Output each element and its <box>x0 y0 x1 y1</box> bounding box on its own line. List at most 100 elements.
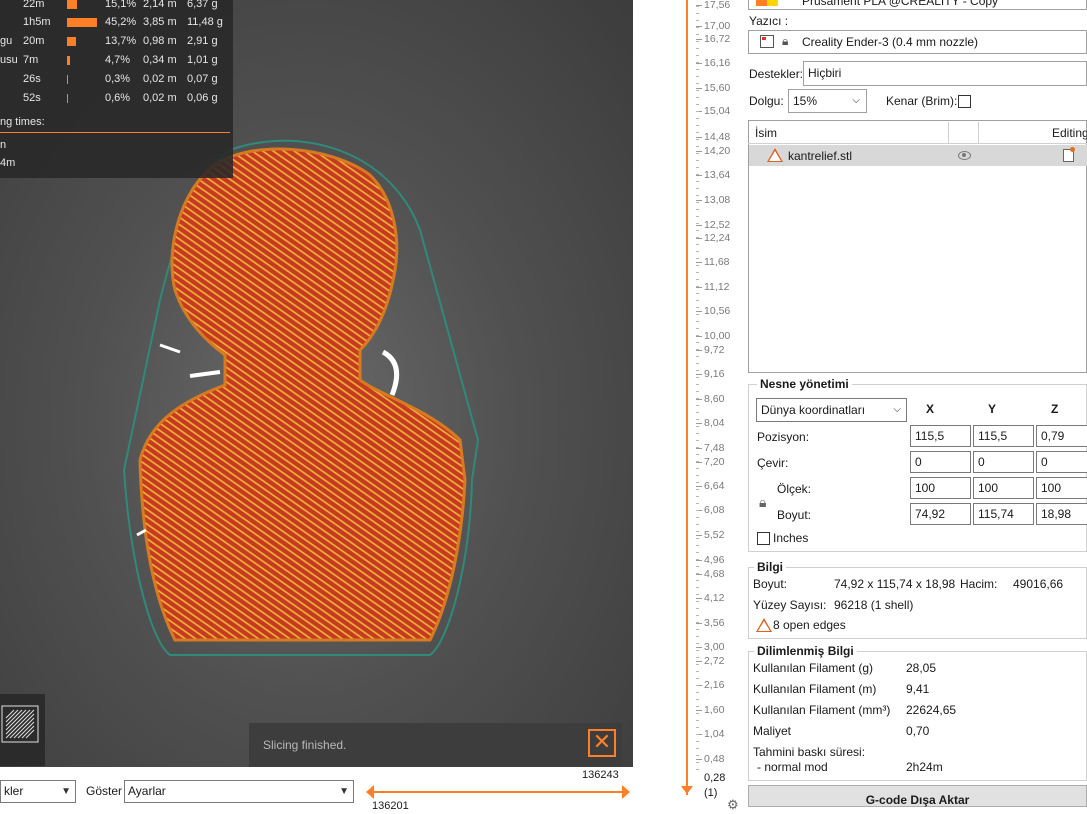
vertical-slider-minor-tick <box>696 27 699 28</box>
rotate-y-field[interactable]: 0 <box>973 451 1034 473</box>
vertical-slider-minor-tick <box>696 391 699 392</box>
stat-row: 22m 15,1% 2,14 m 6,37 g <box>0 0 233 14</box>
vertical-slider-minor-tick <box>696 566 699 567</box>
vertical-slider-layer-value: (1) <box>704 787 718 799</box>
vertical-slider-minor-tick <box>696 664 699 665</box>
cost-value: 0,70 <box>906 724 930 738</box>
lock-icon[interactable]: 🔒︎ <box>759 494 766 511</box>
vertical-slider-tick-label: 11,12 <box>704 281 730 293</box>
vertical-slider-tick-label: 17,56 <box>704 0 731 11</box>
vertical-slider-minor-tick <box>696 62 699 63</box>
vertical-slider-minor-tick <box>696 104 699 105</box>
axis-x-label: X <box>926 402 935 416</box>
scale-z-field[interactable]: 100 <box>1036 477 1087 499</box>
vertical-slider-tick-label: 14,48 <box>704 131 731 143</box>
stat-bar <box>67 56 70 65</box>
size-z-field[interactable]: 18,98 <box>1036 503 1087 525</box>
stat-bar <box>67 18 97 27</box>
vertical-slider-minor-tick <box>696 475 699 476</box>
vertical-slider-tick-label: 7,20 <box>704 456 725 468</box>
column-name-header[interactable]: İsim <box>755 126 777 140</box>
size-x-field[interactable]: 74,92 <box>910 503 971 525</box>
vertical-slider-tick-label: 12,52 <box>704 219 731 231</box>
vertical-slider-tick-label: 0,48 <box>704 753 725 765</box>
vertical-slider-tick <box>696 350 702 351</box>
vertical-slider-tick <box>696 647 702 648</box>
vertical-slider-tick <box>696 710 702 711</box>
vertical-slider-minor-tick <box>696 755 699 756</box>
edit-settings-icon[interactable] <box>1063 147 1075 162</box>
vertical-slider-minor-tick <box>696 356 699 357</box>
vertical-slider-minor-tick <box>696 167 699 168</box>
vertical-slider-minor-tick <box>696 503 699 504</box>
warning-icon[interactable] <box>767 148 783 162</box>
view-type-combo[interactable]: kler ▼ <box>0 780 76 803</box>
vertical-slider-tick <box>696 88 702 89</box>
vertical-slider-minor-tick <box>696 286 699 287</box>
vertical-slider-minor-tick <box>696 174 699 175</box>
printer-label: Yazıcı : <box>749 14 789 28</box>
vertical-slider-tick <box>696 423 702 424</box>
vertical-slider-tick <box>696 238 702 239</box>
vertical-slider-tick <box>696 462 702 463</box>
vertical-slider-minor-tick <box>696 531 699 532</box>
scale-x-field[interactable]: 100 <box>910 477 971 499</box>
3d-viewport[interactable]: 22m 15,1% 2,14 m 6,37 g 1h5m 45,2% 3,85 … <box>0 0 633 767</box>
vertical-slider-minor-tick <box>696 622 699 623</box>
vertical-slider-minor-tick <box>696 237 699 238</box>
vertical-slider-minor-tick <box>696 223 699 224</box>
vertical-slider-minor-tick <box>696 433 699 434</box>
brim-checkbox[interactable] <box>958 95 971 108</box>
layers-stack-icon <box>1 705 39 743</box>
position-x-field[interactable]: 115,5 <box>910 425 971 447</box>
stat-time: 1h5m <box>23 16 51 28</box>
lock-icon: 🔒︎ <box>782 34 789 48</box>
vertical-slider-minor-tick <box>696 160 699 161</box>
vertical-slider-minor-tick <box>696 384 699 385</box>
position-z-field[interactable]: 0,79 <box>1036 425 1087 447</box>
vertical-slider-thumb[interactable] <box>681 786 693 794</box>
stat-row: 26s 0,3% 0,02 m 0,07 g <box>0 70 233 89</box>
close-x-icon[interactable]: ✕ <box>588 729 616 757</box>
vertical-slider-minor-tick <box>696 594 699 595</box>
rotate-x-field[interactable]: 0 <box>910 451 971 473</box>
stat-feature-name: usu <box>0 54 18 66</box>
scale-y-field[interactable]: 100 <box>973 477 1034 499</box>
vertical-slider-tick-label: 16,16 <box>704 57 731 69</box>
vertical-slider-minor-tick <box>696 265 699 266</box>
vertical-slider-minor-tick <box>696 20 699 21</box>
info-size-label: Boyut: <box>753 577 788 591</box>
stat-meters: 0,98 m <box>143 35 177 47</box>
brim-label: Kenar (Brim): <box>886 94 958 108</box>
vertical-slider-minor-tick <box>696 34 699 35</box>
vertical-slider-minor-tick <box>696 692 699 693</box>
gear-icon[interactable]: ⚙ <box>727 797 739 813</box>
show-options-combo[interactable]: Ayarlar ▼ <box>124 780 354 803</box>
coordinate-system-combo[interactable]: Dünya koordinatları ⌵ <box>756 398 907 422</box>
position-y-field[interactable]: 115,5 <box>973 425 1034 447</box>
vertical-slider-minor-tick <box>696 615 699 616</box>
column-editing-header[interactable]: Editing <box>1052 126 1087 140</box>
export-gcode-button[interactable]: G-code Dışa Aktar <box>748 785 1087 807</box>
horizontal-slider-left-thumb[interactable] <box>366 785 374 799</box>
stat-time: 20m <box>23 35 45 47</box>
rotate-label: Çevir: <box>757 456 789 470</box>
layers-view-icon[interactable] <box>0 694 45 766</box>
horizontal-slider-track[interactable] <box>372 791 622 793</box>
vertical-slider-minor-tick <box>696 636 699 637</box>
vertical-slider-tick <box>696 39 702 40</box>
vertical-slider-minor-tick <box>696 496 699 497</box>
eye-icon[interactable] <box>958 151 971 160</box>
horizontal-slider-right-thumb[interactable] <box>622 785 630 799</box>
supports-combo[interactable]: Hiçbiri <box>803 61 1087 86</box>
size-y-field[interactable]: 115,74 <box>973 503 1034 525</box>
infill-label: Dolgu: <box>749 94 784 108</box>
vertical-slider-tick-label: 10,56 <box>704 305 731 317</box>
vertical-slider-tick <box>696 262 702 263</box>
vertical-slider-minor-tick <box>696 111 699 112</box>
vertical-slider-minor-tick <box>696 349 699 350</box>
inches-checkbox[interactable] <box>757 532 770 545</box>
rotate-z-field[interactable]: 0 <box>1036 451 1087 473</box>
vertical-layer-slider-track[interactable] <box>686 0 688 795</box>
infill-combo[interactable]: 15% ⌵ <box>788 89 867 113</box>
